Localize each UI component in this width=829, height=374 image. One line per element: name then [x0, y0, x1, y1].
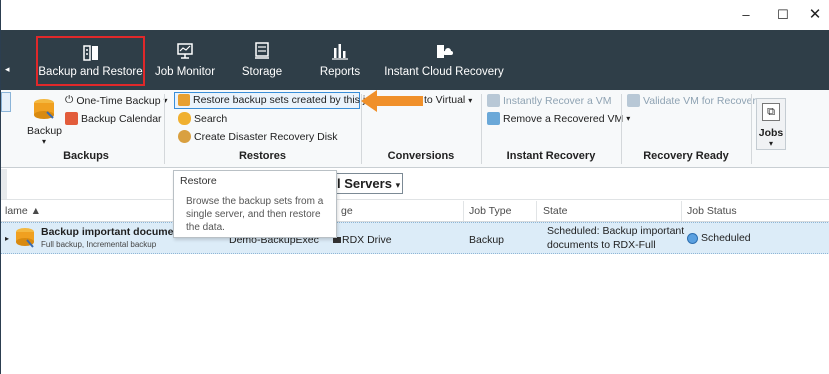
close-button[interactable]: ✕ [807, 7, 823, 23]
column-separator [536, 201, 537, 221]
backup-exec-window: – ☐ ✕ ◂ Backup and Restore Job Monitor S… [0, 0, 829, 374]
chevron-down-icon: ▾ [395, 180, 401, 190]
backup-button[interactable]: Backup ▾ [27, 96, 63, 146]
jobs-label: Jobs [758, 127, 784, 139]
cloud-recovery-icon [437, 45, 453, 58]
remove-recovered-vm-button[interactable]: Remove a Recovered VM ▾ [487, 112, 630, 125]
job-type: Backup [469, 234, 505, 246]
clock-icon [687, 232, 698, 244]
restore-backup-sets-button[interactable]: Restore backup sets created by this job [174, 92, 377, 109]
dropdown-arrow-icon: ▾ [768, 139, 773, 148]
group-label-recovery-ready: Recovery Ready [643, 150, 729, 162]
validate-vm-label: Validate VM for Recovery [643, 94, 762, 107]
dropdown-arrow-icon: ▾ [41, 137, 46, 146]
to-virtual-label: to Virtual [424, 94, 466, 106]
one-time-backup-label: One-Time Backup [76, 94, 161, 107]
tooltip-body: Browse the backup sets from a single ser… [186, 196, 324, 233]
disaster-recovery-label: Create Disaster Recovery Disk [194, 130, 338, 143]
tab-storage[interactable]: Storage [237, 30, 287, 90]
remove-recovered-label: Remove a Recovered VM [503, 112, 624, 125]
job-monitor-icon [177, 43, 193, 59]
job-status: Scheduled [687, 232, 751, 244]
backup-job-icon [16, 228, 34, 248]
nav-overflow-indicator: ◂ [5, 64, 10, 74]
calendar-icon [65, 112, 78, 125]
group-label-instant-recovery: Instant Recovery [506, 150, 596, 162]
title-bar: – ☐ ✕ [1, 0, 829, 30]
search-icon [178, 112, 191, 125]
backup-drive-icon [34, 99, 54, 119]
ribbon-cutoff-button[interactable] [1, 92, 11, 112]
instantly-recover-vm-button[interactable]: Instantly Recover a VM [487, 94, 612, 107]
left-panel-edge [1, 169, 7, 199]
job-status-label: Scheduled [701, 232, 751, 244]
one-time-backup-button[interactable]: ⏻ One-Time Backup ▾ [65, 94, 168, 107]
orange-arrow-annotation [361, 90, 423, 112]
column-separator [463, 201, 464, 221]
tab-label: Reports [319, 66, 361, 78]
backup-calendar-label: Backup Calendar [81, 112, 162, 125]
one-time-backup-icon: ⏻ [65, 94, 74, 106]
restore-icon [178, 94, 190, 106]
restore-backup-sets-label: Restore backup sets created by this job [193, 94, 377, 106]
group-label-conversions: Conversions [387, 150, 455, 162]
search-label: Search [194, 112, 228, 125]
storage-icon [255, 42, 269, 59]
tab-label: Backup and Restore [38, 66, 143, 78]
column-header-state[interactable]: State [543, 205, 568, 217]
backup-restore-icon [82, 45, 98, 61]
filter-toolbar [1, 168, 829, 200]
tab-reports[interactable]: Reports [315, 30, 365, 90]
create-disaster-recovery-disk-button[interactable]: Create Disaster Recovery Disk [178, 130, 338, 143]
job-subtitle: Full backup, Incremental backup [41, 240, 157, 249]
group-label-backups: Backups [63, 150, 109, 162]
minimize-button[interactable]: – [738, 7, 754, 23]
vm-validate-icon [627, 94, 640, 107]
vm-recover-icon [487, 94, 500, 107]
restore-tooltip: Restore Browse the backup sets from a si… [173, 170, 337, 238]
jobs-button[interactable]: ⧉ Jobs ▾ [756, 98, 786, 150]
job-storage: RDX Drive [333, 234, 392, 246]
dropdown-arrow-icon: ▾ [468, 95, 473, 105]
main-navigation: ◂ Backup and Restore Job Monitor Storage… [1, 30, 829, 90]
column-header-name[interactable]: lame ▲ [5, 205, 41, 217]
tab-instant-cloud-recovery[interactable]: Instant Cloud Recovery [384, 30, 504, 90]
column-separator [681, 201, 682, 221]
group-label-restores: Restores [238, 150, 287, 162]
disk-icon [178, 130, 191, 143]
column-header-job-type[interactable]: Job Type [469, 205, 511, 217]
tooltip-title: Restore [180, 175, 217, 187]
backup-button-label: Backup [27, 125, 63, 137]
maximize-button[interactable]: ☐ [775, 7, 791, 23]
job-storage-label: RDX Drive [342, 234, 392, 246]
jobs-icon: ⧉ [762, 103, 780, 121]
vm-remove-icon [487, 112, 500, 125]
tab-label: Storage [241, 66, 283, 78]
row-expand-icon[interactable]: ▸ [5, 234, 9, 243]
column-header-job-status[interactable]: Job Status [687, 205, 737, 217]
tab-label: Instant Cloud Recovery [384, 66, 504, 78]
group-separator [751, 94, 752, 164]
tab-job-monitor[interactable]: Job Monitor [151, 30, 219, 90]
server-filter-label: l Servers [337, 176, 392, 191]
reports-icon [332, 44, 348, 60]
convert-to-virtual-button[interactable]: to Virtual ▾ [424, 94, 472, 106]
instantly-recover-label: Instantly Recover a VM [503, 94, 612, 107]
backup-calendar-button[interactable]: Backup Calendar [65, 112, 162, 125]
job-state-line-2: documents to RDX-Full [547, 239, 656, 251]
job-name: Backup important documents [41, 226, 190, 238]
job-state-line-1: Scheduled: Backup important [547, 225, 685, 237]
server-filter-dropdown[interactable]: l Servers ▾ [333, 173, 403, 194]
dropdown-arrow-icon: ▾ [626, 114, 631, 123]
validate-vm-button[interactable]: Validate VM for Recovery [627, 94, 761, 107]
tab-backup-and-restore[interactable]: Backup and Restore [36, 36, 145, 86]
column-header-storage[interactable]: ge [341, 205, 353, 217]
tab-label: Job Monitor [154, 66, 216, 78]
search-button[interactable]: Search [178, 112, 227, 125]
restore-item: Restore backup sets created by this job [178, 94, 377, 106]
